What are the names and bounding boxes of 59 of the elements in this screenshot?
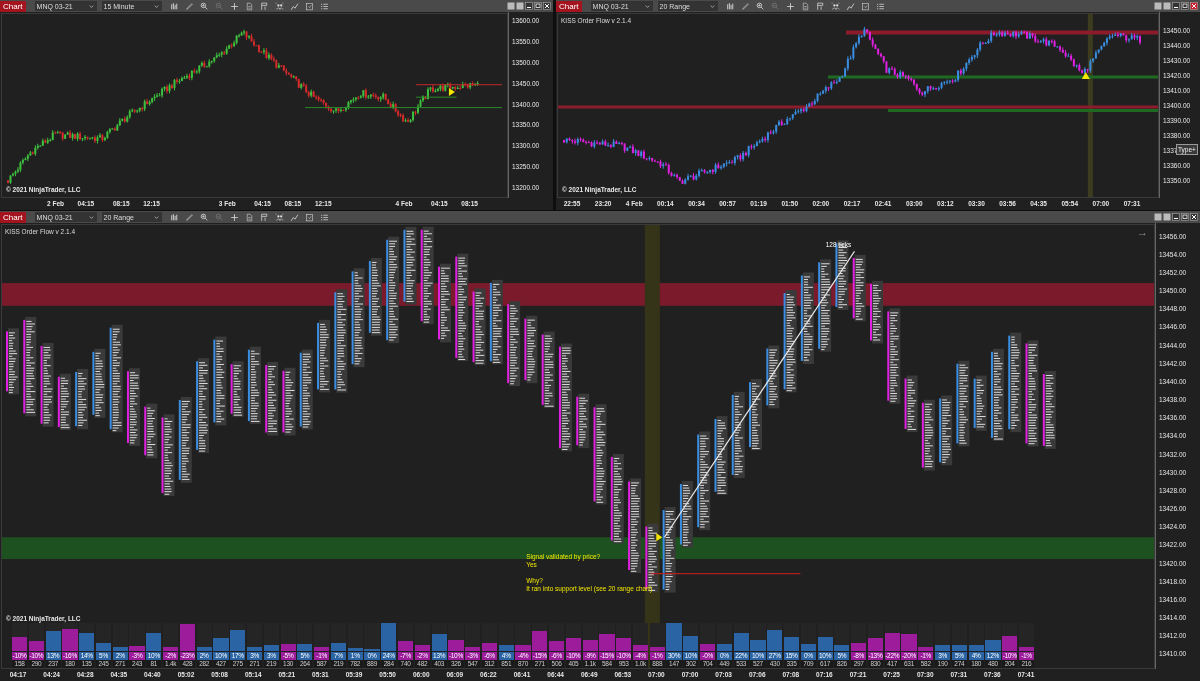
maximize-icon[interactable] bbox=[534, 2, 542, 10]
price-level-line bbox=[415, 96, 457, 98]
people-icon[interactable] bbox=[275, 212, 285, 222]
caret-icon[interactable] bbox=[87, 2, 95, 10]
line-chart-icon[interactable] bbox=[846, 1, 856, 11]
minimize-icon[interactable] bbox=[1172, 213, 1180, 221]
flag-icon[interactable] bbox=[260, 1, 270, 11]
caret-icon[interactable] bbox=[152, 213, 160, 221]
caret-icon[interactable] bbox=[152, 2, 160, 10]
maximize-icon[interactable] bbox=[1181, 213, 1189, 221]
document-icon[interactable] bbox=[245, 1, 255, 11]
caret-icon[interactable] bbox=[708, 2, 716, 10]
zoom-in-icon[interactable] bbox=[756, 1, 766, 11]
signal-arrow-icon bbox=[656, 533, 663, 542]
flag-icon[interactable] bbox=[260, 212, 270, 222]
close-icon[interactable] bbox=[543, 2, 551, 10]
document-icon[interactable] bbox=[801, 1, 811, 11]
bar-chart-icon[interactable] bbox=[170, 212, 180, 222]
flag-icon[interactable] bbox=[816, 1, 826, 11]
tile-icon[interactable] bbox=[516, 2, 524, 10]
zoom-in-icon[interactable] bbox=[200, 212, 210, 222]
close-icon[interactable] bbox=[1190, 2, 1198, 10]
clipboard-icon[interactable] bbox=[861, 1, 871, 11]
list-icon[interactable] bbox=[876, 1, 886, 11]
chart-tab[interactable]: Chart bbox=[0, 0, 26, 12]
crosshair-icon[interactable] bbox=[230, 1, 240, 11]
chart-tab[interactable]: Chart bbox=[556, 0, 582, 12]
minimize-icon[interactable] bbox=[1172, 2, 1180, 10]
tile-icon[interactable] bbox=[507, 2, 515, 10]
bar-chart-icon[interactable] bbox=[726, 1, 736, 11]
people-icon[interactable] bbox=[831, 1, 841, 11]
bar-chart-icon[interactable] bbox=[170, 1, 180, 11]
pencil-icon[interactable] bbox=[741, 1, 751, 11]
tile-icon[interactable] bbox=[1154, 2, 1162, 10]
tile-icon[interactable] bbox=[1163, 213, 1171, 221]
chart-tab[interactable]: Chart bbox=[0, 211, 26, 223]
caret-icon[interactable] bbox=[643, 2, 651, 10]
pencil-icon[interactable] bbox=[185, 212, 195, 222]
list-icon[interactable] bbox=[320, 212, 330, 222]
caret-icon[interactable] bbox=[87, 213, 95, 221]
clipboard-icon[interactable] bbox=[305, 1, 315, 11]
maximize-icon[interactable] bbox=[1181, 2, 1189, 10]
close-icon[interactable] bbox=[1190, 213, 1198, 221]
tile-icon[interactable] bbox=[1163, 2, 1171, 10]
people-icon[interactable] bbox=[275, 1, 285, 11]
signal-arrow-icon bbox=[448, 88, 455, 96]
list-icon[interactable] bbox=[320, 1, 330, 11]
zoom-in-icon[interactable] bbox=[200, 1, 210, 11]
tile-icon[interactable] bbox=[1154, 213, 1162, 221]
arrow-icon[interactable]: → bbox=[1137, 226, 1148, 238]
pencil-icon[interactable] bbox=[185, 1, 195, 11]
minimize-icon[interactable] bbox=[525, 2, 533, 10]
crosshair-icon[interactable] bbox=[230, 212, 240, 222]
document-icon[interactable] bbox=[245, 212, 255, 222]
line-chart-icon[interactable] bbox=[290, 1, 300, 11]
signal-arrow-icon bbox=[1081, 72, 1090, 79]
crosshair-icon[interactable] bbox=[786, 1, 796, 11]
line-chart-icon[interactable] bbox=[290, 212, 300, 222]
clipboard-icon[interactable] bbox=[305, 212, 315, 222]
